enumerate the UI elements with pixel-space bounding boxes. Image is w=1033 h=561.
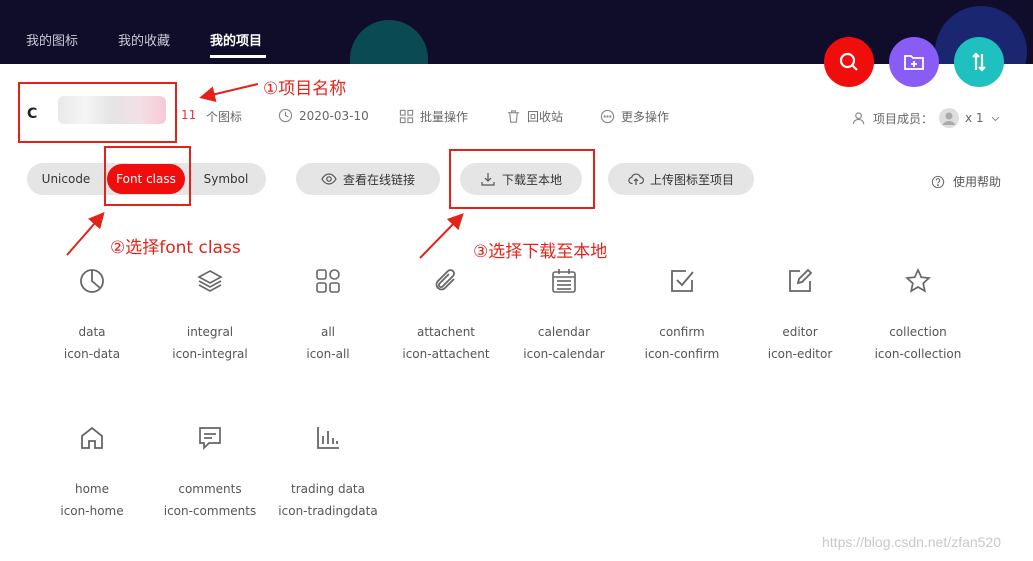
icon-name: trading data: [290, 482, 365, 496]
comment-icon: [199, 427, 221, 451]
icon-class: icon-confirm: [644, 347, 720, 361]
icon-class: icon-attachent: [402, 347, 490, 361]
icon-card-integral[interactable]: integral icon-integral: [151, 267, 269, 365]
icon-name: collection: [889, 325, 947, 339]
icon-name: comments: [178, 482, 242, 496]
icon-card-comments[interactable]: comments icon-comments: [151, 424, 269, 522]
grid-icon: [316, 269, 340, 293]
paperclip-icon: [435, 269, 455, 291]
icon-name: all: [320, 325, 336, 339]
bar-chart-icon: [317, 427, 339, 449]
edit-icon: [789, 268, 813, 292]
icon-class: icon-all: [306, 347, 350, 361]
arrow-step2: [66, 211, 105, 256]
icon-card-collection[interactable]: collection icon-collection: [859, 267, 977, 365]
watermark: https://blog.csdn.net/zfan520: [822, 534, 1002, 550]
icon-card-data[interactable]: data icon-data: [33, 267, 151, 365]
icon-card-tradingdata[interactable]: trading data icon-tradingdata: [269, 424, 387, 522]
icon-card-home[interactable]: home icon-home: [33, 424, 151, 522]
icon-class: icon-integral: [172, 347, 248, 361]
star-icon: [905, 267, 931, 293]
icon-card-calendar[interactable]: calendar icon-calendar: [505, 267, 623, 365]
icon-class: icon-tradingdata: [278, 504, 378, 518]
pie-chart-icon: [80, 269, 104, 293]
icon-class: icon-comments: [163, 504, 257, 518]
icon-name: data: [78, 325, 106, 339]
icon-class: icon-editor: [767, 347, 833, 361]
icon-name: calendar: [537, 325, 591, 339]
calendar-icon: [552, 269, 576, 293]
icon-name: integral: [186, 325, 234, 339]
arrow-step3: [419, 213, 464, 259]
home-icon: [81, 426, 103, 449]
icon-card-confirm[interactable]: confirm icon-confirm: [623, 267, 741, 365]
layers-icon: [197, 270, 223, 292]
icon-class: icon-home: [60, 504, 124, 518]
icon-name: editor: [782, 325, 818, 339]
icon-class: icon-collection: [874, 347, 962, 361]
icon-card-attachent[interactable]: attachent icon-attachent: [387, 267, 505, 365]
checkbox-icon: [671, 270, 694, 292]
icon-card-all[interactable]: all icon-all: [269, 267, 387, 365]
icon-name: confirm: [659, 325, 705, 339]
icon-name: home: [74, 482, 110, 496]
icon-card-editor[interactable]: editor icon-editor: [741, 267, 859, 365]
arrow-step1: [199, 83, 259, 103]
icon-class: icon-data: [63, 347, 121, 361]
icon-name: attachent: [416, 325, 475, 339]
icon-class: icon-calendar: [523, 347, 605, 361]
